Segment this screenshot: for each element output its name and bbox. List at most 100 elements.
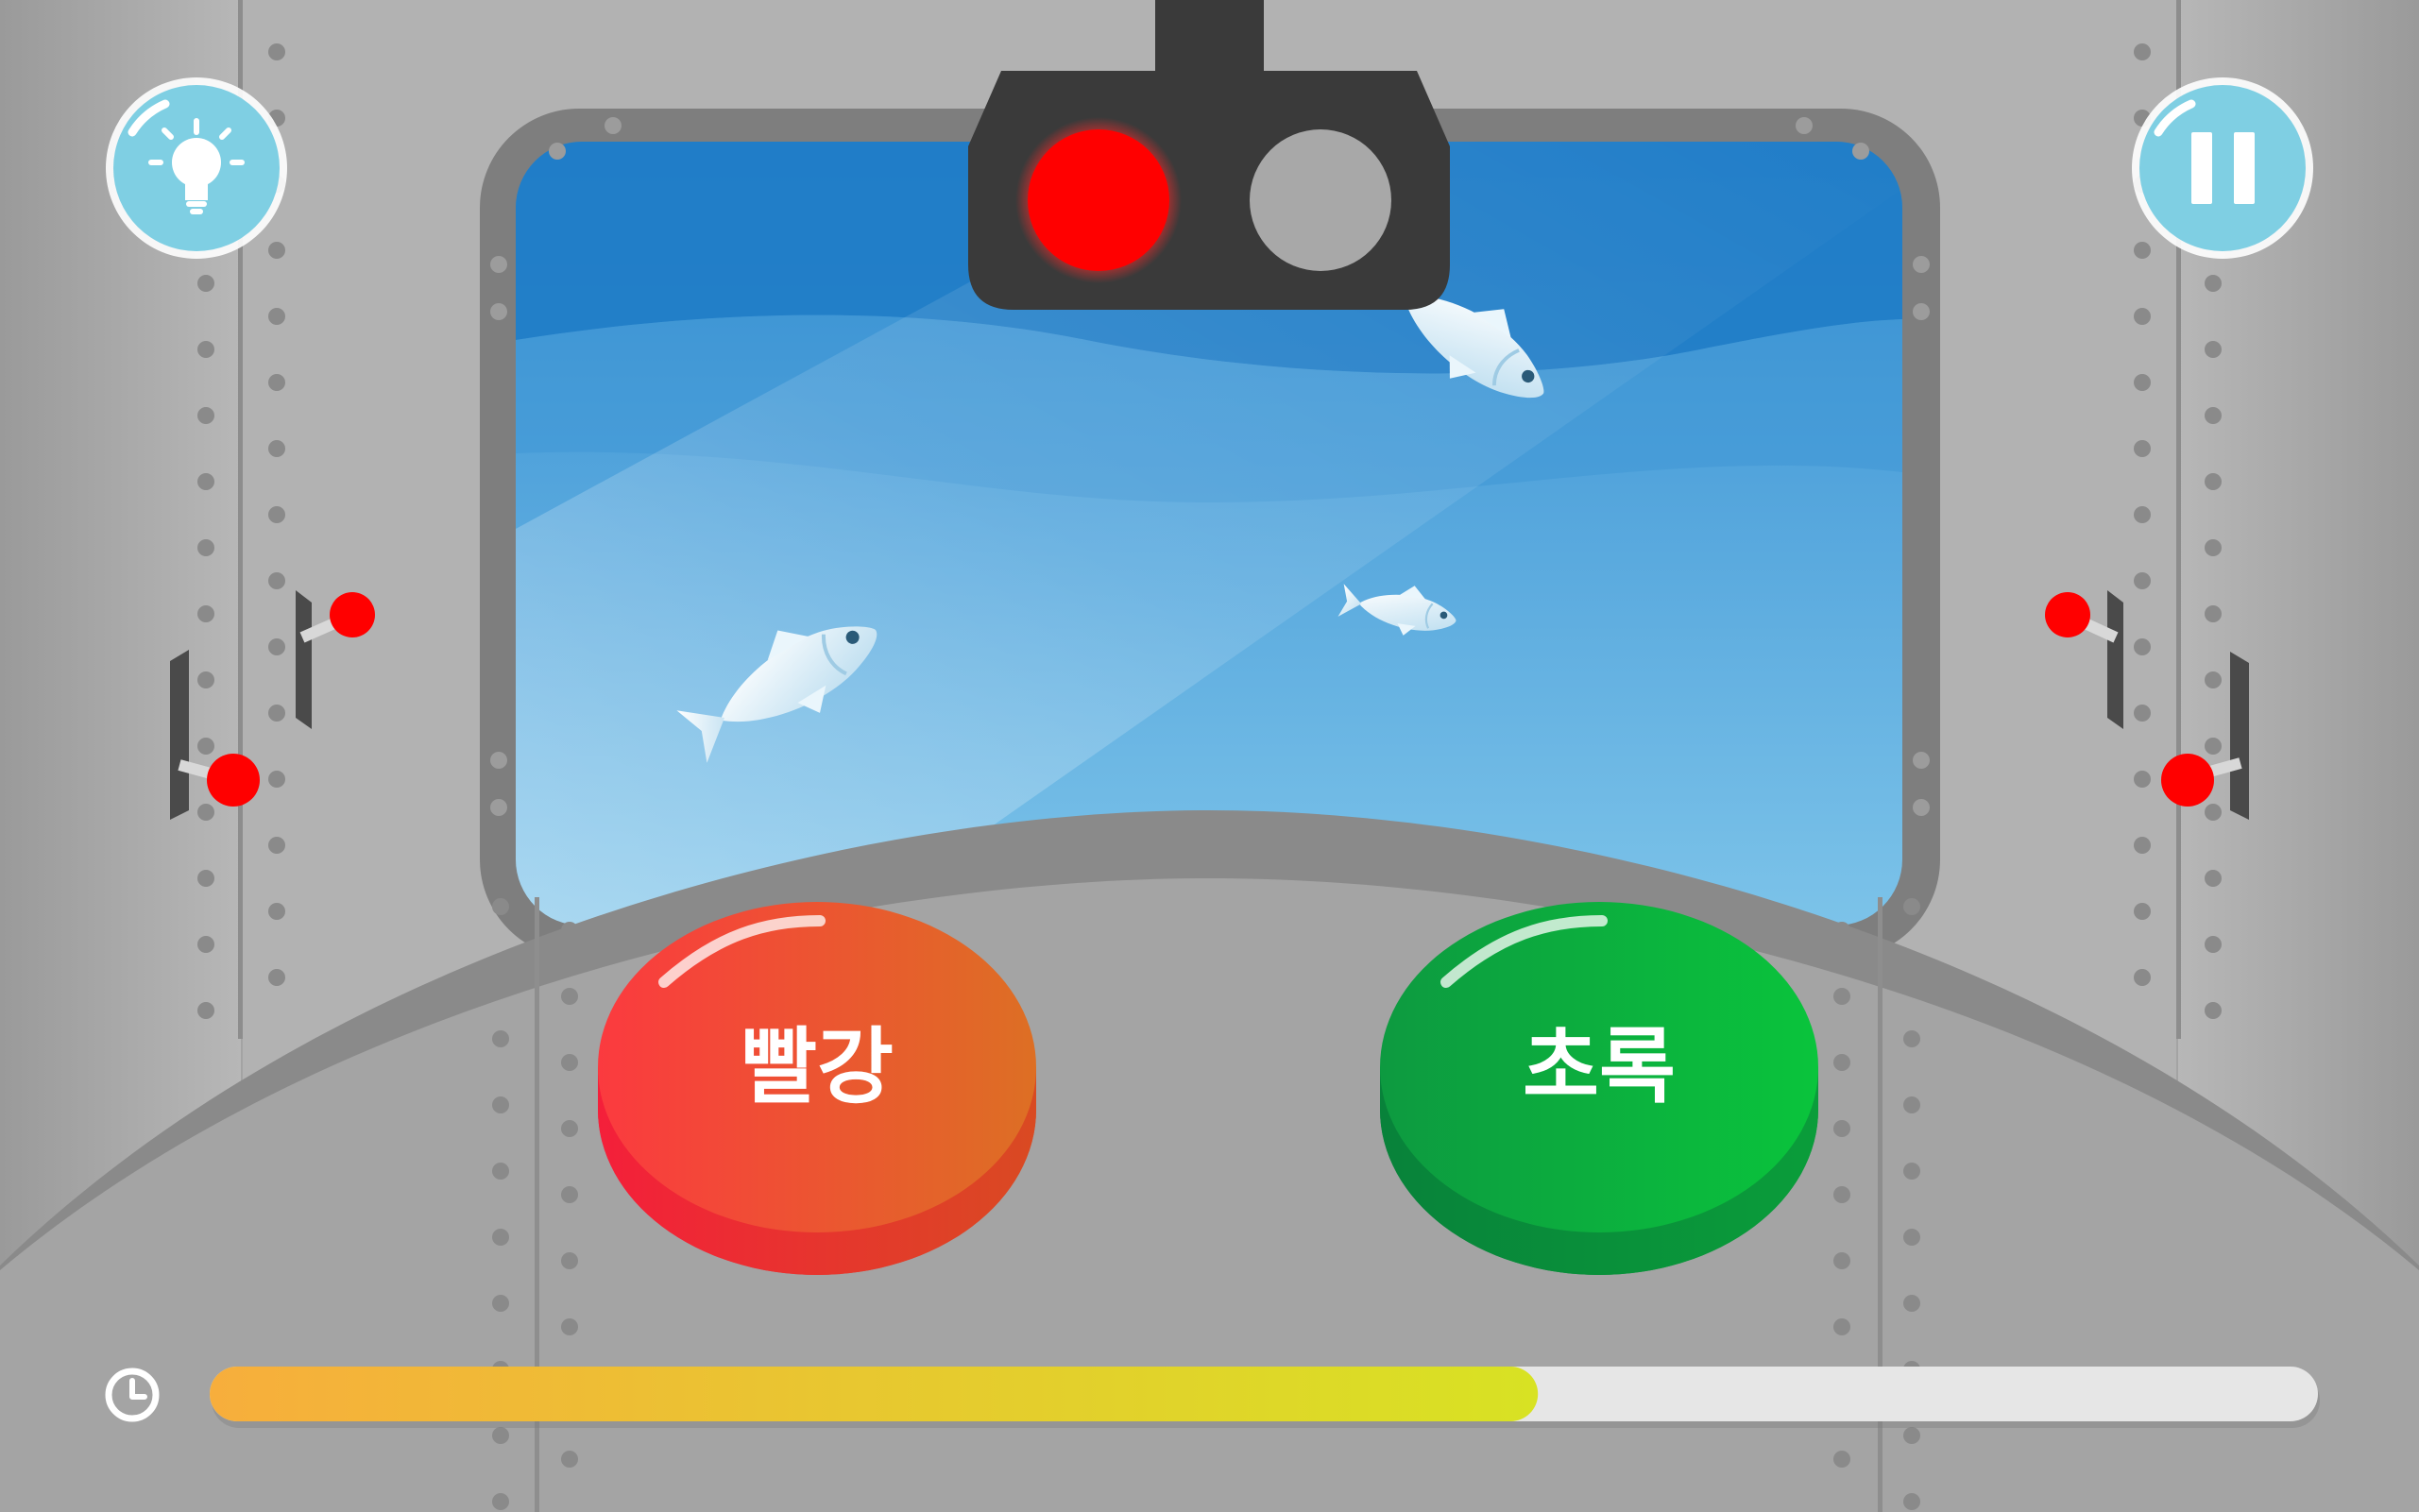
rivet (197, 407, 214, 424)
rivet (2134, 705, 2151, 722)
rivet (2205, 936, 2222, 953)
rivet (490, 256, 507, 273)
rivet (268, 837, 285, 854)
rivet (2134, 242, 2151, 259)
rivet (268, 308, 285, 325)
rivet (492, 1493, 509, 1510)
rivet (1903, 1163, 1920, 1180)
rivet (2205, 539, 2222, 556)
rivet (2134, 903, 2151, 920)
rivet (197, 473, 214, 490)
rivet (197, 341, 214, 358)
rivet (197, 671, 214, 688)
rivet (490, 799, 507, 816)
rivet (197, 804, 214, 821)
rivet (605, 117, 622, 134)
rivet (1833, 922, 1850, 939)
rivet (268, 440, 285, 457)
rivet (2205, 870, 2222, 887)
rivet (561, 1451, 578, 1468)
rivet (1903, 1493, 1920, 1510)
rivet (549, 143, 566, 160)
rivet (2205, 804, 2222, 821)
rivet (1903, 1096, 1920, 1113)
rivet (2205, 407, 2222, 424)
hint-button[interactable] (106, 77, 287, 259)
rivet (197, 539, 214, 556)
rivet (561, 988, 578, 1005)
rivet (2134, 638, 2151, 655)
rivet (1903, 1295, 1920, 1312)
signal-lamp-left (1028, 129, 1169, 271)
rivet (2134, 837, 2151, 854)
rivet (2205, 1002, 2222, 1019)
rivet (561, 1318, 578, 1335)
rivet (561, 1186, 578, 1203)
rivet (561, 1054, 578, 1071)
rivet (2134, 43, 2151, 60)
rivet (197, 605, 214, 622)
rivet (197, 738, 214, 755)
rivet (268, 506, 285, 523)
rivet (1833, 1318, 1850, 1335)
rivet (1833, 1252, 1850, 1269)
rivet (561, 1252, 578, 1269)
timer-progress-bar (210, 1367, 1539, 1421)
green-answer-button[interactable]: 초록 (1380, 902, 1818, 1275)
rivet (197, 275, 214, 292)
signal-lamp-right (1250, 129, 1391, 271)
rivet (1913, 256, 1930, 273)
rivet (2134, 308, 2151, 325)
rivet (268, 374, 285, 391)
rivet (1833, 1186, 1850, 1203)
rivet (268, 969, 285, 986)
rivet (2134, 572, 2151, 589)
rivet (2134, 969, 2151, 986)
rivet (2134, 506, 2151, 523)
rivet (492, 964, 509, 981)
rivet (1796, 117, 1813, 134)
rivet (1903, 898, 1920, 915)
rivet (2205, 738, 2222, 755)
rivet (1903, 1030, 1920, 1047)
rivet (197, 870, 214, 887)
rivet (268, 705, 285, 722)
rivet (1833, 1451, 1850, 1468)
rivet (268, 572, 285, 589)
rivet (268, 43, 285, 60)
rivet (2134, 440, 2151, 457)
rivet (492, 898, 509, 915)
rivet (1833, 1054, 1850, 1071)
rivet (1903, 1229, 1920, 1246)
rivet (492, 1096, 509, 1113)
rivet (1913, 303, 1930, 320)
game-stage: 빨강 초록 (0, 0, 2419, 1512)
rivet (492, 1163, 509, 1180)
rivet (268, 903, 285, 920)
rivet (1903, 964, 1920, 981)
rivet (1833, 988, 1850, 1005)
rivet (561, 922, 578, 939)
rivet (1852, 143, 1869, 160)
rivet (2134, 374, 2151, 391)
rivet (2205, 473, 2222, 490)
pause-button[interactable] (2132, 77, 2313, 259)
rivet (1913, 752, 1930, 769)
rivet (1913, 799, 1930, 816)
timer (105, 1367, 2320, 1428)
rivet (268, 242, 285, 259)
rivet (197, 936, 214, 953)
rivet (490, 303, 507, 320)
rivet (1833, 1120, 1850, 1137)
rivet (2205, 341, 2222, 358)
rivet (492, 1030, 509, 1047)
rivet (492, 1427, 509, 1444)
red-answer-button[interactable]: 빨강 (598, 902, 1036, 1275)
rivet (490, 752, 507, 769)
rivet (2205, 275, 2222, 292)
rivet (492, 1229, 509, 1246)
rivet (2134, 771, 2151, 788)
rivet (561, 1120, 578, 1137)
green-button-label: 초록 (1523, 1018, 1676, 1115)
rivet (2205, 671, 2222, 688)
